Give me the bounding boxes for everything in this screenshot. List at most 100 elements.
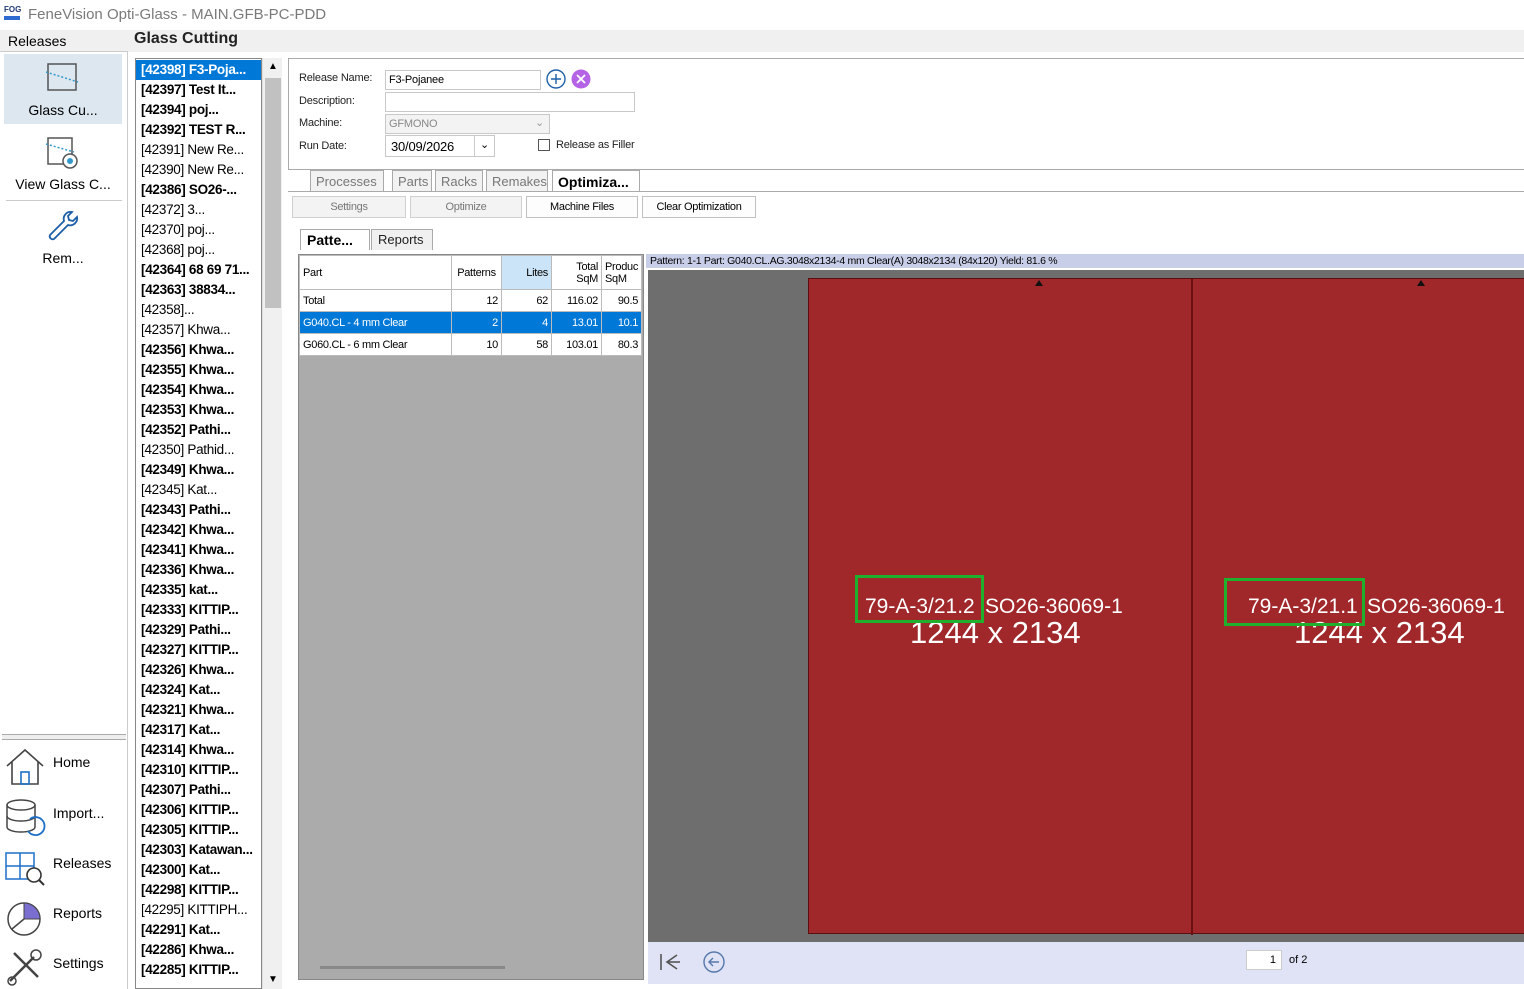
scroll-thumb[interactable] xyxy=(265,78,281,308)
release-list-item[interactable]: [42291] Kat... xyxy=(136,920,261,940)
tab-optimization[interactable]: Optimiza... xyxy=(552,170,640,193)
nav-splitter[interactable] xyxy=(2,734,126,740)
settings-button[interactable]: Settings xyxy=(292,196,406,218)
previous-page-icon[interactable] xyxy=(702,950,726,974)
tab-parts[interactable]: Parts xyxy=(392,170,432,192)
cell-total-sqm: 103.01 xyxy=(551,333,602,356)
tab-reports[interactable]: Reports xyxy=(371,229,433,250)
scroll-down-icon[interactable]: ▼ xyxy=(263,971,283,989)
release-list-item[interactable]: [42398] F3-Poja... xyxy=(136,60,261,80)
release-list-item[interactable]: [42314] Khwa... xyxy=(136,740,261,760)
first-page-icon[interactable] xyxy=(658,951,682,973)
nav-releases[interactable]: Releases xyxy=(4,843,126,889)
nav-remakes[interactable]: Rem... xyxy=(4,202,122,272)
release-list-item[interactable]: [42353] Khwa... xyxy=(136,400,261,420)
release-list-item[interactable]: [42285] KITTIP... xyxy=(136,960,261,980)
run-date-field[interactable]: 30/09/2026 ⌄ xyxy=(385,135,495,157)
nav-reports[interactable]: Reports xyxy=(4,893,126,939)
release-list-item[interactable]: [42357] Khwa... xyxy=(136,320,261,340)
col-part[interactable]: Part xyxy=(299,255,452,290)
release-list-item[interactable]: [42370] poj... xyxy=(136,220,261,240)
nav-import[interactable]: Import... xyxy=(4,793,126,839)
release-name-field[interactable]: F3-Pojanee xyxy=(385,70,541,90)
window-title: FeneVision Opti-Glass - MAIN.GFB-PC-PDD xyxy=(28,6,327,23)
release-list-item[interactable]: [42327] KITTIP... xyxy=(136,640,261,660)
tab-remakes[interactable]: Remakes xyxy=(486,170,548,192)
release-list-item[interactable]: [42317] Kat... xyxy=(136,720,261,740)
release-list-item[interactable]: [42329] Pathi... xyxy=(136,620,261,640)
release-list-item[interactable]: [42397] Test It... xyxy=(136,80,261,100)
table-row[interactable]: G040.CL - 4 mm Clear 2 4 13.01 10.1 xyxy=(299,311,643,334)
description-field[interactable] xyxy=(385,92,635,112)
release-list-item[interactable]: [42310] KITTIP... xyxy=(136,760,261,780)
release-list-scrollbar[interactable]: ▲ ▼ xyxy=(262,58,282,989)
cell-part: G040.CL - 4 mm Clear xyxy=(299,311,452,334)
col-lites[interactable]: Lites xyxy=(501,255,552,290)
table-row[interactable]: Total 12 62 116.02 90.5 xyxy=(299,289,643,312)
release-list-item[interactable]: [42295] KITTIPH... xyxy=(136,900,261,920)
add-icon[interactable] xyxy=(546,69,566,89)
clear-optimization-button[interactable]: Clear Optimization xyxy=(642,196,756,218)
release-list-item[interactable]: [42364] 68 69 71... xyxy=(136,260,261,280)
grid-horizontal-scrollbar[interactable] xyxy=(320,966,505,969)
release-list-item[interactable]: [42326] Khwa... xyxy=(136,660,261,680)
nav-divider xyxy=(6,200,122,201)
tab-patterns[interactable]: Patte... xyxy=(300,229,370,250)
release-list-item[interactable]: [42368] poj... xyxy=(136,240,261,260)
run-date-value: 30/09/2026 xyxy=(391,139,455,154)
tab-racks[interactable]: Racks xyxy=(435,170,483,192)
scroll-up-icon[interactable]: ▲ xyxy=(263,58,283,76)
machine-files-button[interactable]: Machine Files xyxy=(526,196,638,218)
release-list-item[interactable]: [42386] SO26-... xyxy=(136,180,261,200)
nav-glass-cutting[interactable]: Glass Cu... xyxy=(4,54,122,124)
table-row[interactable]: G060.CL - 6 mm Clear 10 58 103.01 80.3 xyxy=(299,333,643,356)
release-list-item[interactable]: [42343] Pathi... xyxy=(136,500,261,520)
release-list-item[interactable]: [42303] Katawan... xyxy=(136,840,261,860)
release-list-item[interactable]: [42324] Kat... xyxy=(136,680,261,700)
release-list-item[interactable]: [42298] KITTIP... xyxy=(136,880,261,900)
tab-processes[interactable]: Processes xyxy=(310,170,384,192)
release-list-item[interactable]: [42286] Khwa... xyxy=(136,940,261,960)
release-list-item[interactable]: [42333] KITTIP... xyxy=(136,600,261,620)
release-list-item[interactable]: [42335] kat... xyxy=(136,580,261,600)
release-list[interactable]: [42398] F3-Poja... [42397] Test It... [423… xyxy=(135,58,262,989)
nav-home[interactable]: Home xyxy=(4,742,126,788)
calendar-dropdown-icon[interactable]: ⌄ xyxy=(474,136,494,156)
release-list-item[interactable]: [42363] 38834... xyxy=(136,280,261,300)
release-list-item[interactable]: [42305] KITTIP... xyxy=(136,820,261,840)
release-list-item[interactable]: [42321] Khwa... xyxy=(136,700,261,720)
release-list-item[interactable]: [42307] Pathi... xyxy=(136,780,261,800)
release-list-item[interactable]: [42352] Pathi... xyxy=(136,420,261,440)
release-list-item[interactable]: [42306] KITTIP... xyxy=(136,800,261,820)
release-list-item[interactable]: [42345] Kat... xyxy=(136,480,261,500)
release-list-item[interactable]: [42336] Khwa... xyxy=(136,560,261,580)
release-list-item[interactable]: [42341] Khwa... xyxy=(136,540,261,560)
nav-settings[interactable]: Settings xyxy=(4,943,126,989)
page-number-input[interactable]: 1 xyxy=(1246,950,1282,970)
filler-checkbox[interactable] xyxy=(538,139,550,151)
release-list-item[interactable]: [42358]... xyxy=(136,300,261,320)
release-list-item[interactable]: [42300] Kat... xyxy=(136,860,261,880)
nav-view-glass[interactable]: View Glass C... xyxy=(4,128,122,198)
release-list-item[interactable]: [42350] Pathid... xyxy=(136,440,261,460)
col-produced-sqm[interactable]: Produc SqM xyxy=(600,255,643,290)
pie-chart-icon xyxy=(7,902,41,936)
release-list-item[interactable]: [42391] New Re... xyxy=(136,140,261,160)
release-list-item[interactable]: [42390] New Re... xyxy=(136,160,261,180)
release-list-item[interactable]: [42355] Khwa... xyxy=(136,360,261,380)
release-list-item[interactable]: [42354] Khwa... xyxy=(136,380,261,400)
cell-lites: 58 xyxy=(501,333,552,356)
optimize-button[interactable]: Optimize xyxy=(410,196,522,218)
releases-search-icon xyxy=(5,852,45,886)
release-list-item[interactable]: [42342] Khwa... xyxy=(136,520,261,540)
glass-sheet[interactable]: 79-A-3/21.2 SO26-36069-1 1244 x 2134 79-… xyxy=(808,278,1524,935)
col-patterns[interactable]: Patterns xyxy=(451,255,502,290)
delete-icon[interactable] xyxy=(571,69,591,89)
release-list-item[interactable]: [42349] Khwa... xyxy=(136,460,261,480)
release-list-item[interactable]: [42372] 3... xyxy=(136,200,261,220)
col-total-sqm[interactable]: Total SqM xyxy=(551,255,602,290)
release-list-item[interactable]: [42392] TEST R... xyxy=(136,120,261,140)
release-list-item[interactable]: [42394] poj... xyxy=(136,100,261,120)
release-list-item[interactable]: [42356] Khwa... xyxy=(136,340,261,360)
machine-select[interactable]: GFMONO ⌄ xyxy=(385,114,550,134)
